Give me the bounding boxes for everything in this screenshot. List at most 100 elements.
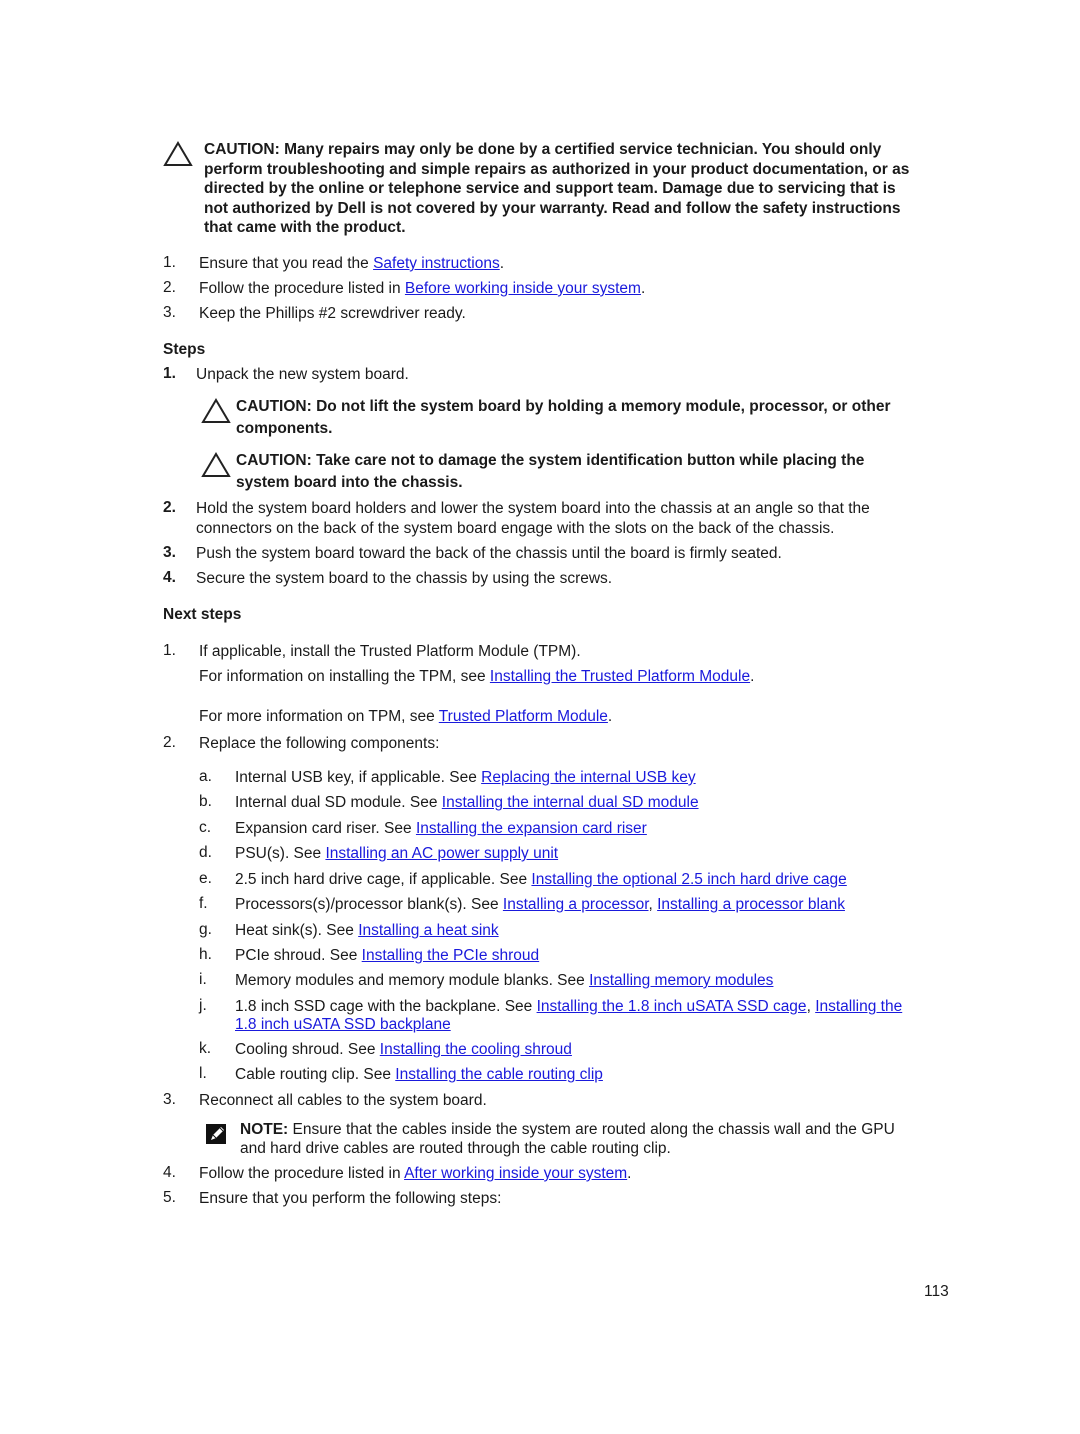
- step-number: 2.: [163, 499, 176, 516]
- next-steps-heading: Next steps: [163, 606, 242, 623]
- sub-item-text: Memory modules and memory module blanks.…: [235, 972, 590, 989]
- installing-tpm-link[interactable]: Installing the Trusted Platform Module: [490, 668, 750, 685]
- list-text: Ensure that you read the: [199, 255, 374, 272]
- component-link[interactable]: Installing a heat sink: [358, 922, 498, 939]
- step-number: 4.: [163, 569, 176, 586]
- list-text: For more information on TPM, see: [199, 708, 439, 725]
- list-item: Ensure that you perform the following st…: [199, 1190, 502, 1207]
- sub-item: Memory modules and memory module blanks.…: [235, 971, 773, 990]
- sub-item-text: Internal dual SD module. See: [235, 794, 442, 811]
- list-number: 1.: [163, 254, 176, 271]
- component-link[interactable]: Installing memory modules: [589, 972, 773, 989]
- component-link[interactable]: Installing the internal dual SD module: [442, 794, 699, 811]
- sub-item: 1.8 inch SSD cage with the backplane. Se…: [235, 997, 902, 1016]
- punctuation: .: [607, 708, 613, 725]
- sub-item: PCIe shroud. See Installing the PCIe shr…: [235, 946, 539, 965]
- component-link[interactable]: Installing the PCIe shroud: [362, 947, 540, 964]
- note-line: NOTE: Ensure that the cables inside the …: [240, 1120, 895, 1139]
- caution-line: system board into the chassis.: [236, 474, 463, 491]
- component-link[interactable]: Installing the cooling shroud: [380, 1041, 572, 1058]
- list-item: Follow the procedure listed in Before wo…: [199, 279, 645, 298]
- sub-item-letter: c.: [199, 819, 212, 836]
- component-link[interactable]: Installing the 1.8 inch uSATA SSD cage: [537, 998, 807, 1015]
- component-link[interactable]: Installing the expansion card riser: [416, 820, 647, 837]
- sub-item-text: PSU(s). See: [235, 845, 326, 862]
- tpm-link[interactable]: Trusted Platform Module: [439, 708, 608, 725]
- caution-line: CAUTION: Do not lift the system board by…: [236, 398, 891, 415]
- note-text: Ensure that the cables inside the system…: [288, 1121, 895, 1138]
- sub-item-letter: d.: [199, 844, 212, 861]
- component-link[interactable]: 1.8 inch uSATA SSD backplane: [235, 1016, 451, 1033]
- sub-item: Internal dual SD module. See Installing …: [235, 793, 699, 812]
- list-item: Ensure that you read the Safety instruct…: [199, 254, 504, 273]
- list-text: For information on installing the TPM, s…: [199, 668, 490, 685]
- component-link[interactable]: Installing a processor: [503, 896, 649, 913]
- sub-item: Cable routing clip. See Installing the c…: [235, 1065, 603, 1084]
- component-link[interactable]: Replacing the internal USB key: [481, 769, 696, 786]
- caution-triangle-icon: [201, 452, 231, 477]
- step-item: Push the system board toward the back of…: [196, 545, 782, 562]
- caution-line: not authorized by Dell is not covered by…: [204, 199, 901, 217]
- sub-item: Processors(s)/processor blank(s). See In…: [235, 895, 845, 914]
- sub-item-letter: j.: [199, 997, 207, 1014]
- step-item-cont: connectors on the back of the system boa…: [196, 520, 835, 537]
- caution-triangle-icon: [201, 398, 231, 423]
- before-working-link[interactable]: Before working inside your system: [405, 280, 641, 297]
- list-number: 3.: [163, 1091, 176, 1108]
- step-number: 1.: [163, 365, 176, 382]
- caution-line: directed by the online or telephone serv…: [204, 180, 896, 197]
- list-number: 2.: [163, 734, 176, 751]
- punctuation: .: [640, 280, 646, 297]
- steps-heading: Steps: [163, 341, 206, 358]
- punctuation: .: [750, 668, 755, 685]
- caution-line: perform troubleshooting and simple repai…: [204, 160, 910, 178]
- list-text: Follow the procedure listed in: [199, 280, 405, 297]
- list-number: 2.: [163, 279, 176, 296]
- sub-item-letter: f.: [199, 895, 208, 912]
- caution-top: CAUTION: Many repairs may only be done b…: [204, 140, 964, 238]
- sub-item-text: PCIe shroud. See: [235, 947, 362, 964]
- sub-item-text: Processors(s)/processor blank(s). See: [235, 896, 503, 913]
- caution-line: CAUTION: Many repairs may only be done b…: [204, 141, 882, 158]
- punctuation: .: [499, 255, 505, 272]
- list-number: 1.: [163, 642, 176, 659]
- caution-line: that came with the product.: [204, 219, 406, 236]
- after-working-link[interactable]: After working inside your system: [404, 1165, 627, 1182]
- list-text: Follow the procedure listed in: [199, 1165, 405, 1182]
- step-item: Hold the system board holders and lower …: [196, 500, 870, 517]
- list-item: If applicable, install the Trusted Platf…: [199, 643, 581, 660]
- sub-item-letter: g.: [199, 921, 212, 938]
- sub-item-text: Cooling shroud. See: [235, 1041, 380, 1058]
- caution-lift: CAUTION: Do not lift the system board by…: [236, 396, 891, 440]
- sub-item: 2.5 inch hard drive cage, if applicable.…: [235, 870, 847, 889]
- sub-item: PSU(s). See Installing an AC power suppl…: [235, 844, 558, 863]
- list-item: Keep the Phillips #2 screwdriver ready.: [199, 305, 466, 322]
- sub-item-letter: e.: [199, 870, 212, 887]
- note-line-2: and hard drive cables are routed through…: [240, 1140, 671, 1157]
- caution-id-button: CAUTION: Take care not to damage the sys…: [236, 450, 864, 494]
- sub-item-text: Cable routing clip. See: [235, 1066, 396, 1083]
- sub-item: Expansion card riser. See Installing the…: [235, 819, 647, 838]
- component-link[interactable]: Installing the cable routing clip: [395, 1066, 603, 1083]
- caution-line: components.: [236, 420, 333, 437]
- sub-item-cont: 1.8 inch uSATA SSD backplane: [235, 1015, 451, 1034]
- component-link[interactable]: Installing the optional 2.5 inch hard dr…: [531, 871, 846, 888]
- tpm-info: For information on installing the TPM, s…: [199, 667, 754, 686]
- step-item: Unpack the new system board.: [196, 366, 409, 383]
- list-number: 4.: [163, 1164, 176, 1181]
- safety-instructions-link[interactable]: Safety instructions: [373, 255, 500, 272]
- sub-item-text: Internal USB key, if applicable. See: [235, 769, 482, 786]
- component-link[interactable]: Installing the: [815, 998, 902, 1015]
- component-link[interactable]: Installing an AC power supply unit: [325, 845, 558, 862]
- component-link[interactable]: Installing a processor blank: [657, 896, 845, 913]
- sub-item-letter: a.: [199, 768, 212, 785]
- sub-item-text: Expansion card riser. See: [235, 820, 416, 837]
- sub-item-letter: l.: [199, 1065, 207, 1082]
- punctuation: .: [627, 1165, 632, 1182]
- sub-item-letter: i.: [199, 971, 207, 988]
- caution-triangle-icon: [163, 141, 193, 166]
- list-number: 3.: [163, 304, 176, 321]
- step-number: 3.: [163, 544, 176, 561]
- sub-item-text: 2.5 inch hard drive cage, if applicable.…: [235, 871, 532, 888]
- separator: ,: [648, 896, 658, 913]
